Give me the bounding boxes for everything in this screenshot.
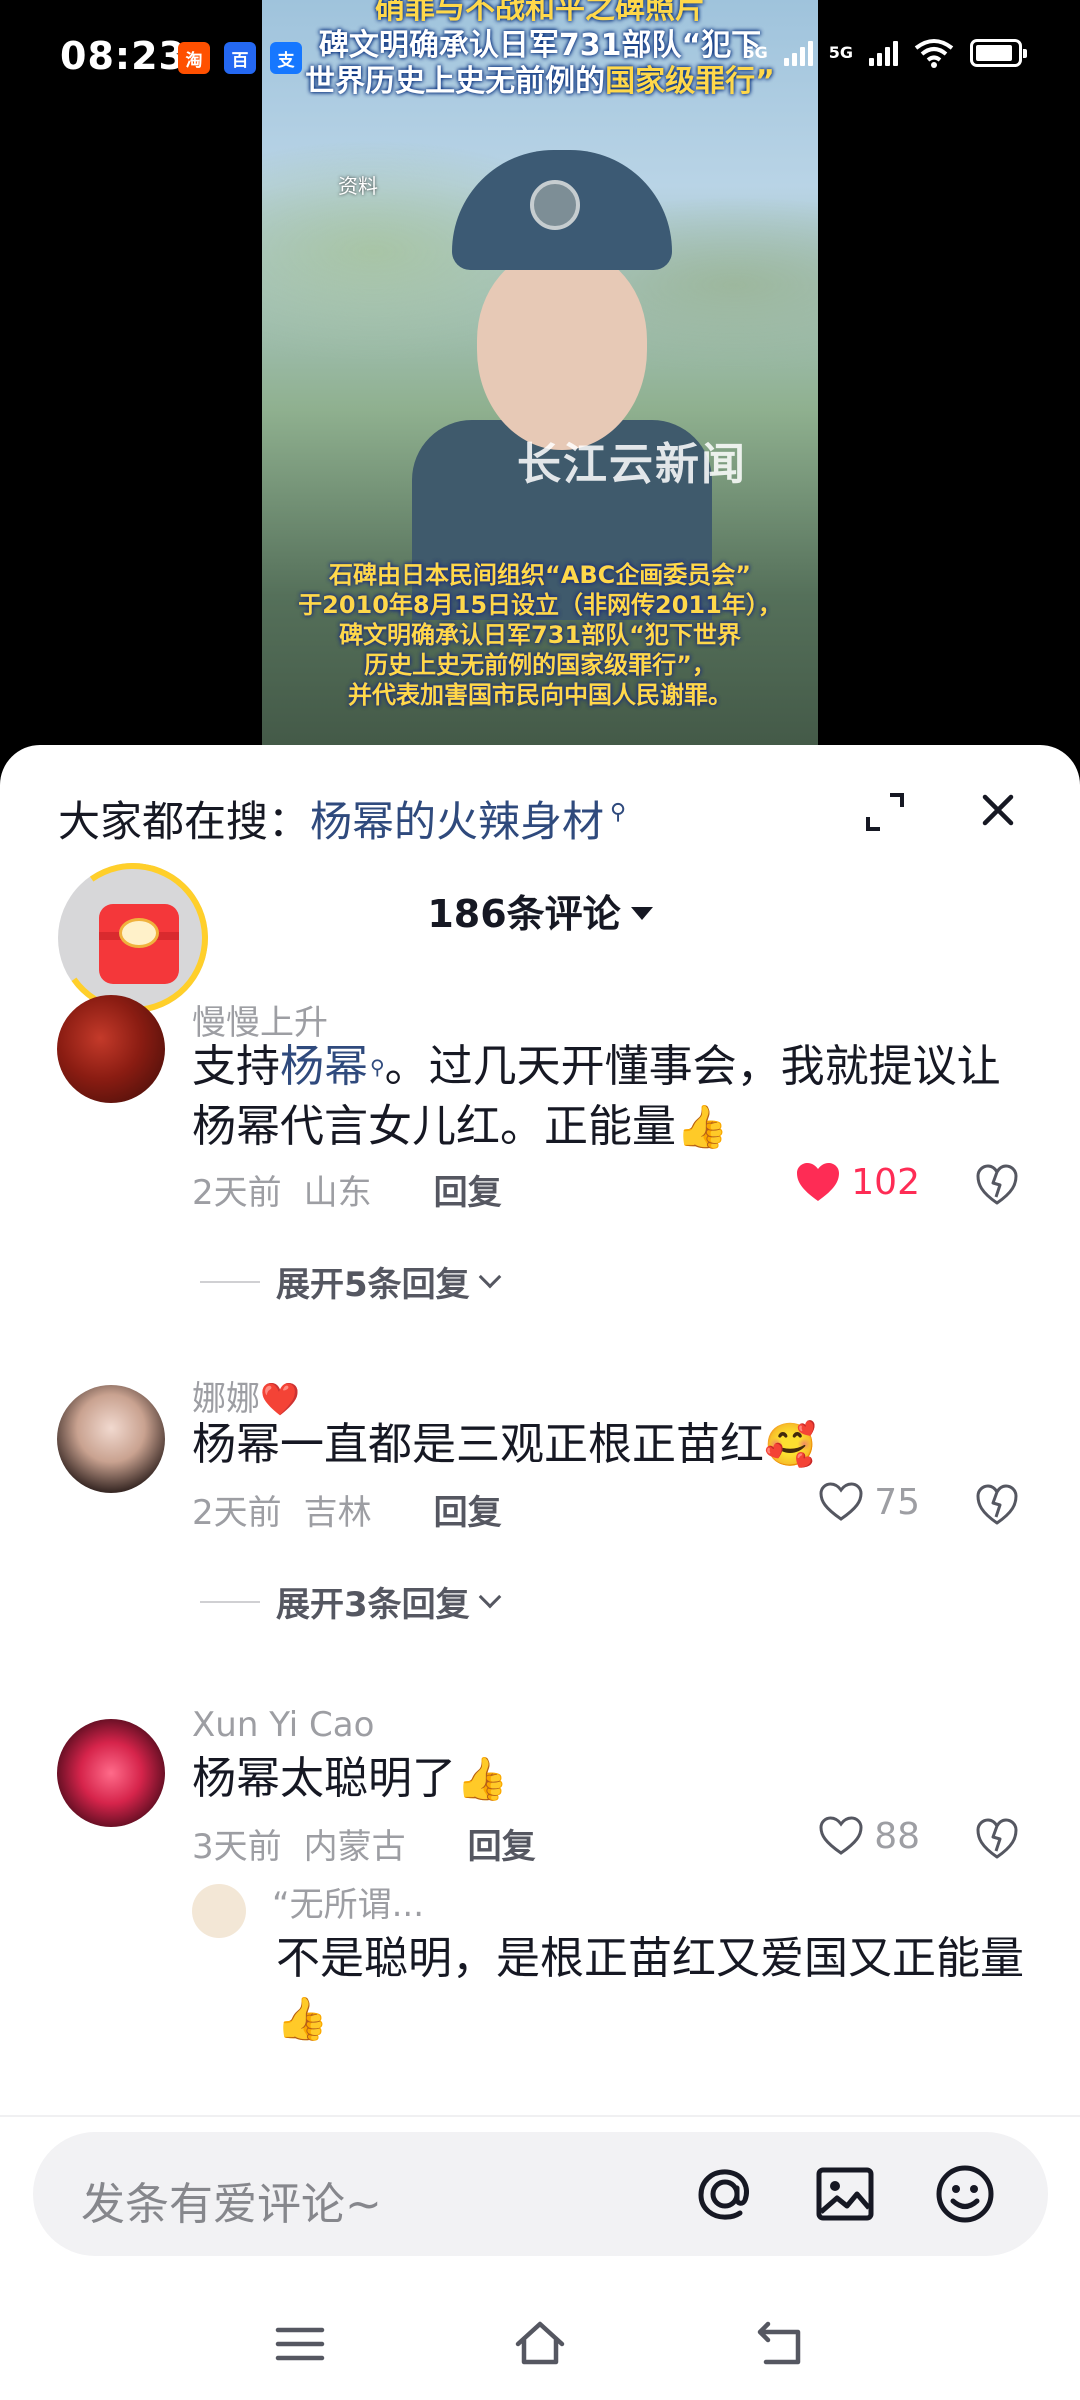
status-indicators: 5G 5G <box>743 38 1027 68</box>
reply-button[interactable]: 回复 <box>434 1165 502 1214</box>
expand-replies-label: 展开5条回复 <box>276 1265 470 1305</box>
thumbs-up-emoji: 👍 <box>676 1102 729 1151</box>
network-label-1: 5G <box>743 43 768 62</box>
comment-time: 2天前 <box>192 1173 282 1213</box>
taobao-icon: 淘 <box>178 42 210 74</box>
caption-line: 于2010年8月15日设立（非网传2011年）， <box>298 591 782 619</box>
like-button[interactable]: 102 <box>795 1161 920 1203</box>
avatar[interactable] <box>192 1884 246 1938</box>
status-app-icons: 淘 百 支 <box>178 42 302 74</box>
comment-text: 杨幂太聪明了👍 <box>192 1749 1032 1809</box>
home-icon[interactable] <box>514 2318 566 2370</box>
heart-outline-icon <box>819 1482 863 1521</box>
like-count: 75 <box>874 1481 920 1523</box>
dislike-icon[interactable] <box>975 1817 1019 1861</box>
status-time: 08:23 <box>60 34 186 78</box>
avatar[interactable] <box>57 1719 165 1827</box>
video-watermark: 长江云新闻 <box>517 439 747 490</box>
hot-search-term[interactable]: 杨幂的火辣身材 <box>310 788 604 849</box>
chevron-down-icon <box>478 1265 501 1288</box>
image-icon[interactable] <box>813 2162 877 2226</box>
heart-filled-icon <box>797 1163 840 1201</box>
wifi-icon <box>914 39 954 68</box>
comment-text: 支持杨幂 ⚲。过几天开懂事会，我就提议让杨幂代言女儿红。正能量👍 <box>192 1037 1032 1157</box>
comment-text: 杨幂一直都是三观正根正苗红🥰 <box>192 1415 1032 1475</box>
menu-icon[interactable] <box>274 2318 326 2370</box>
comment-time: 3天前 <box>192 1827 282 1867</box>
heart-outline-icon <box>819 1816 863 1855</box>
signal-icon <box>783 40 813 66</box>
comment-input-placeholder: 发条有爱评论~ <box>81 2179 382 2230</box>
baidu-icon: 百 <box>224 42 256 74</box>
back-icon[interactable] <box>754 2318 806 2370</box>
system-navigation-bar <box>0 2290 1080 2400</box>
search-icon: ⚲ <box>610 800 627 825</box>
keyword-link[interactable]: 杨幂 <box>280 1041 368 1092</box>
hot-search-bar[interactable]: 大家都在搜： 杨幂的火辣身材 ⚲ <box>58 788 626 849</box>
comment-meta: 3天前 内蒙古 回复 <box>192 1819 536 1868</box>
comment-location: 内蒙古 <box>303 1827 406 1867</box>
video-subject <box>412 150 712 620</box>
like-button[interactable]: 75 <box>818 1481 920 1523</box>
comment-username[interactable]: 娜娜❤️ <box>192 1371 300 1420</box>
sub-reply-username[interactable]: “无所谓... <box>272 1877 424 1926</box>
fullscreen-icon[interactable] <box>864 791 906 833</box>
signal-icon-2 <box>869 40 898 66</box>
expand-replies-button[interactable]: 展开3条回复 <box>200 1577 501 1626</box>
heart-emoji: ❤️ <box>260 1380 300 1418</box>
avatar[interactable] <box>57 995 165 1103</box>
like-button[interactable]: 88 <box>818 1815 920 1857</box>
caption-line: 并代表加害国市民向中国人民谢罪。 <box>348 681 732 709</box>
dropdown-caret-icon <box>630 907 653 920</box>
like-count: 88 <box>874 1815 920 1857</box>
comment-count-sort[interactable]: 186条评论 <box>0 883 1080 938</box>
sub-reply-text: 不是聪明，是根正苗红又爱国又正能量👍 <box>276 1929 1036 2049</box>
comment-count: 186条评论 <box>427 892 621 936</box>
comment-time: 2天前 <box>192 1493 282 1533</box>
battery-icon <box>970 39 1027 67</box>
expand-replies-button[interactable]: 展开5条回复 <box>200 1257 501 1306</box>
network-label-2: 5G <box>828 43 853 62</box>
comment-meta: 2天前 山东 回复 <box>192 1165 502 1214</box>
comment-input[interactable]: 发条有爱评论~ <box>33 2132 1048 2256</box>
avatar[interactable] <box>57 1385 165 1493</box>
dislike-icon[interactable] <box>975 1163 1019 1207</box>
caption-line: 碑文明确承认日军731部队“犯下世界 <box>339 621 741 649</box>
mention-icon[interactable] <box>693 2162 757 2226</box>
expand-replies-label: 展开3条回复 <box>276 1585 470 1625</box>
like-count: 102 <box>851 1161 920 1203</box>
reply-button[interactable]: 回复 <box>468 1819 536 1868</box>
video-caption-bottom: 石碑由日本民间组织“ABC企画委员会” 于2010年8月15日设立（非网传201… <box>262 560 818 710</box>
close-icon[interactable] <box>975 787 1021 833</box>
comment-location: 吉林 <box>303 1493 372 1533</box>
comment-location: 山东 <box>303 1173 372 1213</box>
thumbs-up-emoji: 👍 <box>456 1754 509 1803</box>
status-bar: 08:23 淘 百 支 5G 5G <box>0 0 1080 120</box>
dislike-icon[interactable] <box>975 1483 1019 1527</box>
emoji-icon[interactable] <box>933 2162 997 2226</box>
caption-line: 历史上史无前例的国家级罪行”， <box>364 651 716 679</box>
smiling-hearts-emoji: 🥰 <box>764 1420 817 1469</box>
video-source-label: 资料 <box>338 174 378 198</box>
reply-button[interactable]: 回复 <box>434 1485 502 1534</box>
search-icon: ⚲ <box>370 1055 385 1079</box>
thumbs-up-emoji: 👍 <box>276 1994 329 2043</box>
caption-line: 石碑由日本民间组织“ABC企画委员会” <box>328 561 752 589</box>
comment-username[interactable]: Xun Yi Cao <box>192 1705 374 1745</box>
hot-search-label: 大家都在搜： <box>58 797 311 846</box>
comment-meta: 2天前 吉林 回复 <box>192 1485 502 1534</box>
alipay-icon: 支 <box>270 42 302 74</box>
chevron-down-icon <box>478 1585 501 1608</box>
